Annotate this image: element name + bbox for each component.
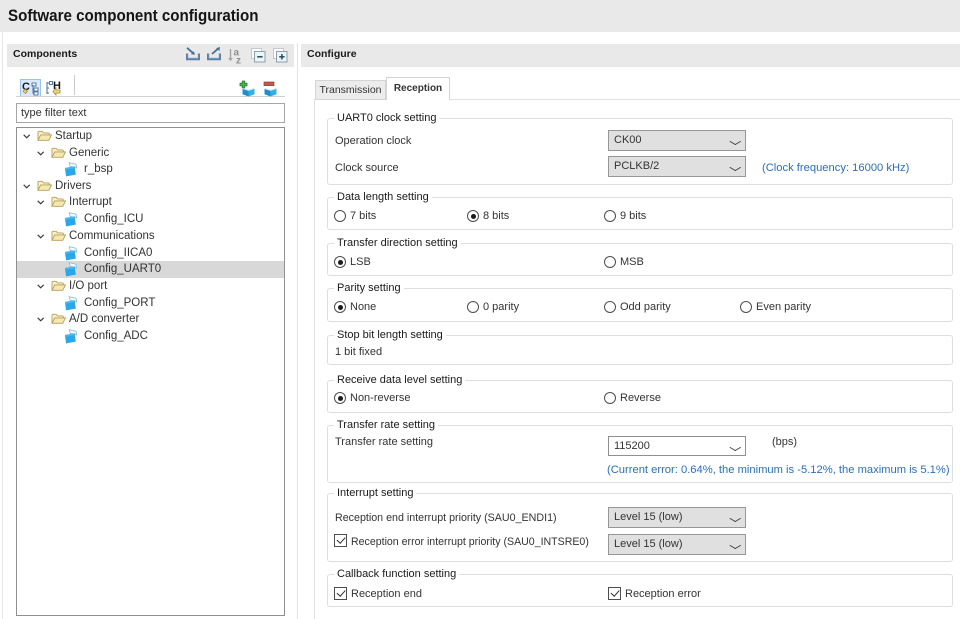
svg-text:z: z [236, 56, 241, 65]
